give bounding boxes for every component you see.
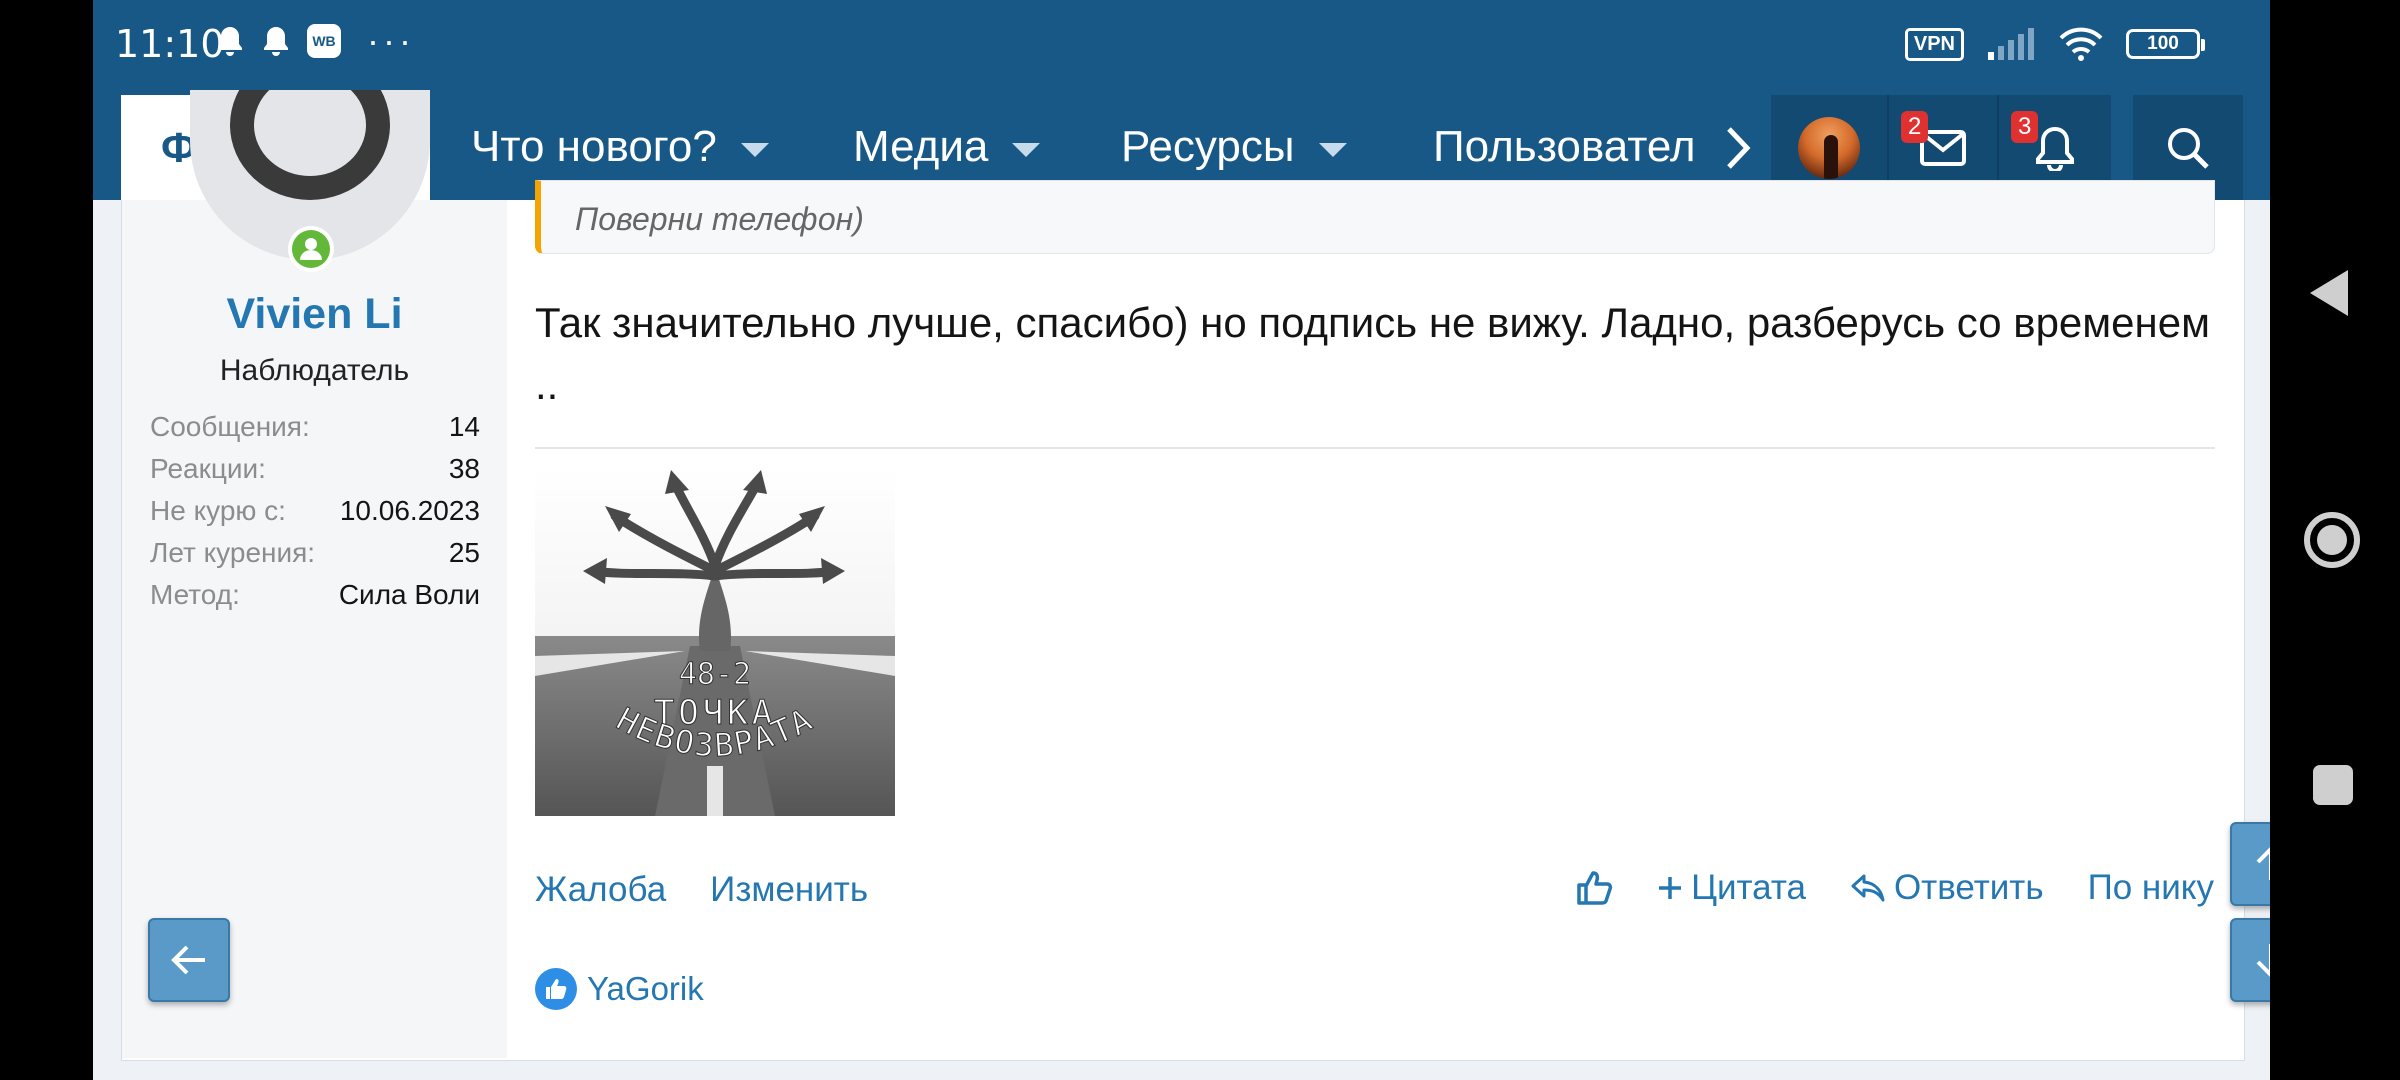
arrow-left-icon xyxy=(171,945,205,975)
post-actions-right: Цитата Ответить По нику xyxy=(1575,868,2214,908)
search-icon xyxy=(2168,127,2209,169)
reactions-bar[interactable]: YaGorik xyxy=(535,968,704,1010)
bell-icon xyxy=(2036,126,2074,171)
stat-label: Реакции: xyxy=(150,453,266,484)
stat-value: 38 xyxy=(448,453,480,484)
signal-icon xyxy=(1988,28,2034,60)
post-user-sidebar: Vivien Li Наблюдатель Сообщения: 14 Реакц… xyxy=(122,90,507,1058)
nav-tab-members[interactable]: Пользовател xyxy=(1433,122,1703,172)
stat-label: Сообщения: xyxy=(150,411,310,442)
thumbs-up-icon xyxy=(1577,871,1613,905)
edit-link[interactable]: Изменить xyxy=(710,870,868,910)
nav-tab-label: Медиа xyxy=(853,122,989,171)
nav-tab-resources[interactable]: Ресурсы xyxy=(1121,122,1347,172)
scroll-top-button[interactable] xyxy=(2230,822,2270,906)
arrow-up-icon xyxy=(2256,847,2270,880)
scroll-bottom-button[interactable] xyxy=(2230,918,2270,1002)
stat-value: 14 xyxy=(448,411,480,442)
bell-icon xyxy=(264,27,288,56)
back-button[interactable] xyxy=(148,918,230,1002)
chevron-down-icon[interactable] xyxy=(740,143,769,157)
by-nick-button[interactable]: По нику xyxy=(2088,868,2214,908)
reaction-user-link[interactable]: YaGorik xyxy=(587,970,704,1008)
system-navigation-bar xyxy=(2270,0,2400,1080)
status-system-icons: VPN 100 xyxy=(1904,27,2205,61)
reply-button[interactable]: Ответить xyxy=(1850,868,2044,908)
user-stats: Сообщения: 14 Реакции: 38 Не курю с: 10.06.… xyxy=(150,406,480,616)
wb-app-icon: WB xyxy=(307,24,341,58)
stat-value: 10.06.2023 xyxy=(339,495,480,526)
post-body: Так значительно лучше, спасибо) но подпи… xyxy=(535,299,2210,408)
stat-value: Сила Воли xyxy=(338,579,480,610)
vpn-icon: VPN xyxy=(1904,27,1964,61)
stat-label: Не курю с: xyxy=(150,495,286,526)
reply-button-label: Ответить xyxy=(1893,868,2044,907)
stat-row: Лет курения: 25 xyxy=(150,532,480,574)
stat-label: Метод: xyxy=(150,579,240,610)
system-back-icon[interactable] xyxy=(2308,268,2352,318)
quote-button[interactable]: Цитата xyxy=(1657,868,1806,908)
online-status-icon xyxy=(288,226,334,272)
post-container: Vivien Li Наблюдатель Сообщения: 14 Реакц… xyxy=(121,90,2245,1061)
signature-image: 48-2 ТОЧКА НЕВОЗВРАТА xyxy=(535,466,895,816)
stat-row: Сообщения: 14 xyxy=(150,406,480,448)
stat-row: Метод: Сила Воли xyxy=(150,574,480,616)
wifi-icon xyxy=(2059,27,2103,61)
chevron-right-icon[interactable] xyxy=(1721,125,1755,171)
bell-icon xyxy=(218,27,242,56)
chevron-down-icon[interactable] xyxy=(1318,143,1347,157)
more-notifications-icon: ··· xyxy=(367,20,415,61)
like-button[interactable] xyxy=(1575,869,1613,907)
app-screen: 11:10 WB ··· VPN 100 Что нового? Медиа Р… xyxy=(93,0,2270,1080)
system-recents-icon[interactable] xyxy=(2312,764,2354,806)
battery-icon: 100 xyxy=(2126,29,2205,59)
nav-tab-whats-new[interactable]: Что нового? xyxy=(471,122,769,172)
like-reaction-icon xyxy=(535,968,577,1010)
avatar xyxy=(1798,116,1860,179)
stat-label: Лет курения: xyxy=(150,537,316,568)
alerts-badge: 3 xyxy=(2011,111,2039,143)
quote-button-label: Цитата xyxy=(1691,868,1806,907)
status-notification-icons: WB ··· xyxy=(215,20,415,61)
stat-value: 25 xyxy=(448,537,480,568)
post-actions-left: Жалоба Изменить xyxy=(535,870,868,910)
username-link[interactable]: Vivien Li xyxy=(122,290,507,339)
plus-icon xyxy=(1659,877,1682,899)
report-link[interactable]: Жалоба xyxy=(535,870,666,910)
status-time: 11:10 xyxy=(115,22,225,66)
signature-divider xyxy=(535,447,2215,449)
inbox-badge: 2 xyxy=(1901,111,1929,143)
signature-text-number: 48-2 xyxy=(679,657,751,692)
status-bar: 11:10 WB ··· VPN 100 xyxy=(93,0,2270,95)
reply-icon xyxy=(1851,874,1885,902)
arrow-down-icon xyxy=(2256,944,2270,977)
quote-text: Поверни телефон) xyxy=(575,201,864,237)
nav-tab-media[interactable]: Медиа xyxy=(853,122,1041,172)
stat-row: Реакции: 38 xyxy=(150,448,480,490)
nav-tab-label: Пользовател xyxy=(1433,122,1696,171)
nav-tab-label: Ресурсы xyxy=(1121,122,1295,171)
chevron-down-icon[interactable] xyxy=(1012,143,1041,157)
quote-block: Поверни телефон) xyxy=(535,180,2215,254)
system-home-icon[interactable] xyxy=(2302,510,2362,570)
user-title: Наблюдатель xyxy=(219,354,410,387)
stat-row: Не курю с: 10.06.2023 xyxy=(150,490,480,532)
nav-tab-label: Что нового? xyxy=(471,122,717,171)
